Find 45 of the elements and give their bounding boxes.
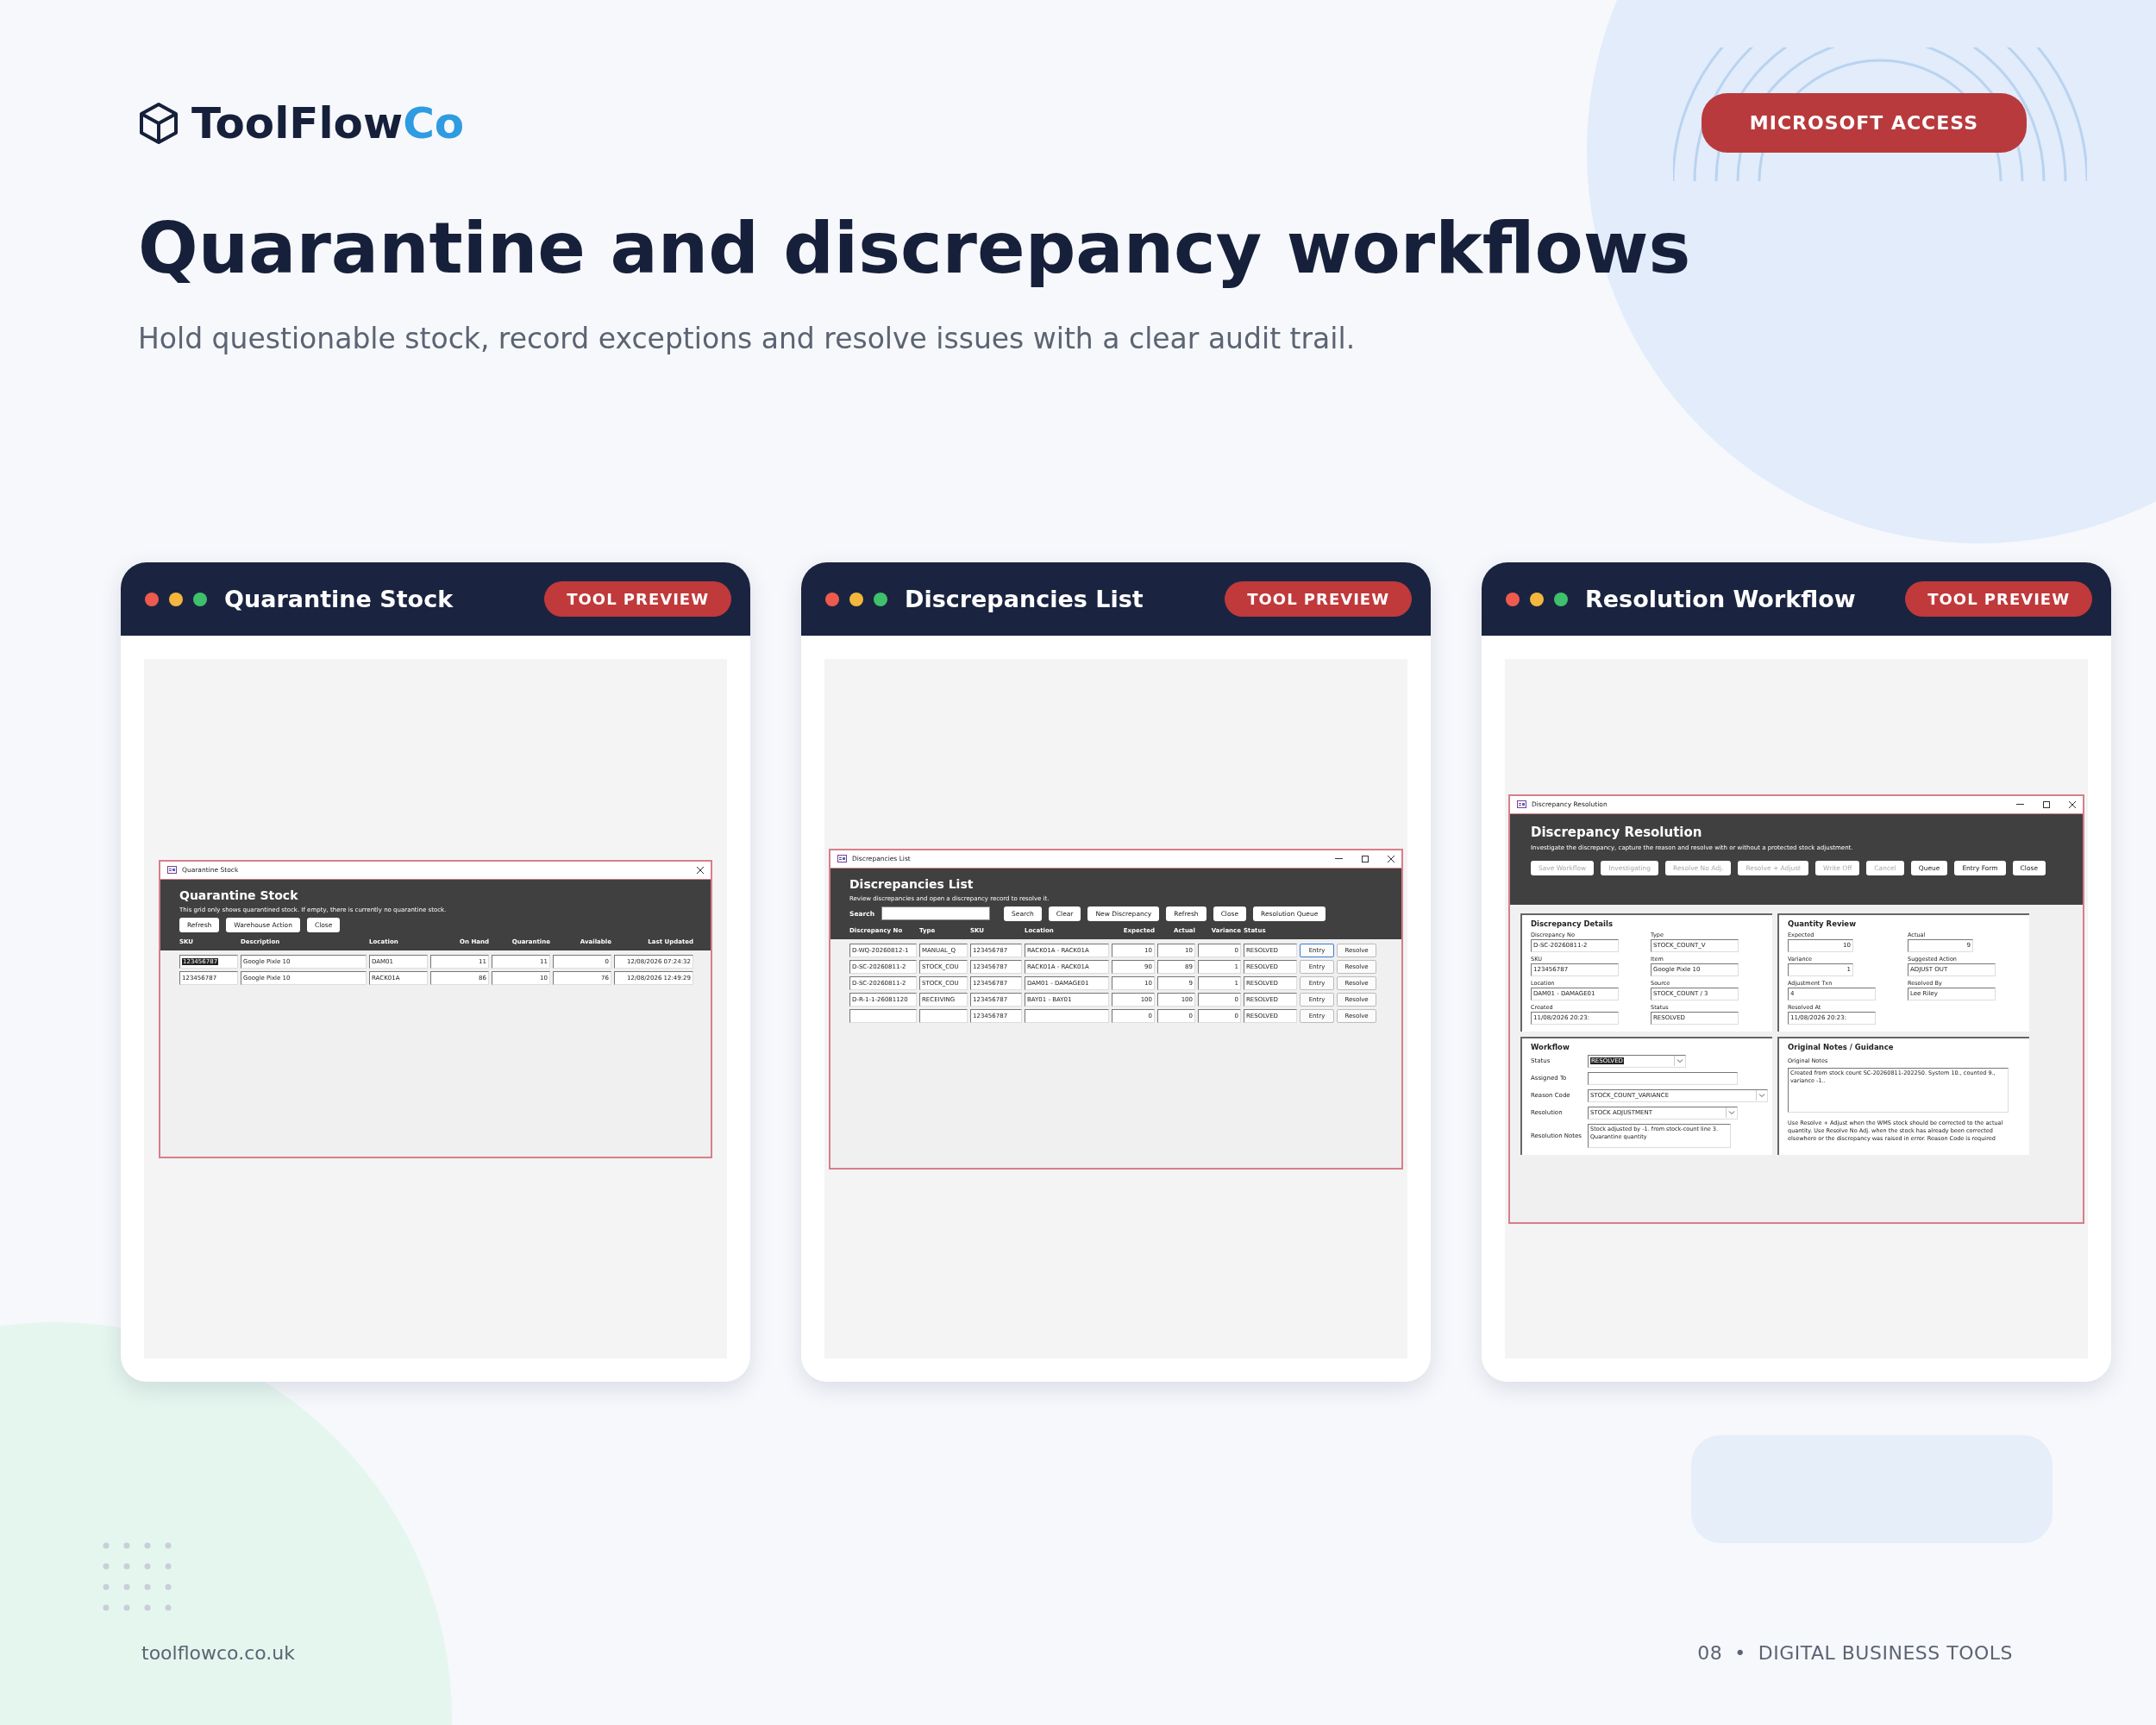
window-dot-icon xyxy=(1530,592,1544,606)
form-icon xyxy=(1517,800,1526,809)
panel-title: Discrepancy Details xyxy=(1531,919,1614,928)
card-title: Discrepancies List xyxy=(905,586,1144,613)
form-heading: Discrepancies List xyxy=(849,876,975,891)
panel-title: Original Notes / Guidance xyxy=(1788,1042,1895,1051)
window-dot-icon xyxy=(1554,592,1568,606)
form-icon xyxy=(167,866,177,875)
window-dot-icon xyxy=(169,592,183,606)
website-link[interactable]: toolflowco.co.uk xyxy=(141,1642,295,1665)
platform-badge: MICROSOFT ACCESS xyxy=(1701,93,2027,153)
brand-logo-text: ToolFlowCo xyxy=(191,97,465,148)
form-heading: Quarantine Stock xyxy=(179,888,299,902)
card-title: Resolution Workflow xyxy=(1585,586,1857,613)
chevron-down-icon xyxy=(1726,1107,1737,1119)
preview-badge: TOOL PREVIEW xyxy=(1225,581,1412,618)
window-dot-icon xyxy=(145,592,159,606)
search-field[interactable] xyxy=(881,906,991,921)
panel-title: Workflow xyxy=(1531,1042,1570,1051)
page-subtitle: Hold questionable stock, record exceptions and resolve issues with a clear audit trail. xyxy=(138,322,1357,356)
empty-cell xyxy=(919,1008,968,1023)
separator-dot: • xyxy=(1734,1642,1746,1665)
cube-logo-icon xyxy=(138,101,179,145)
form-heading: Discrepancy Resolution xyxy=(1531,824,1703,840)
window-dot-icon xyxy=(193,592,207,606)
maximize-icon[interactable] xyxy=(2043,800,2050,808)
preview-badge: TOOL PREVIEW xyxy=(1905,581,2092,618)
form-icon xyxy=(837,855,847,863)
window-dot-icon xyxy=(1506,592,1520,606)
close-icon[interactable] xyxy=(1388,855,1395,862)
maximize-icon[interactable] xyxy=(1362,855,1369,862)
preview-badge: TOOL PREVIEW xyxy=(544,581,731,618)
panel-title: Quantity Review xyxy=(1788,919,1857,928)
page-number: 08 xyxy=(1697,1642,1723,1665)
window-dot-icon xyxy=(849,592,863,606)
card-title: Quarantine Stock xyxy=(224,586,454,613)
close-icon[interactable] xyxy=(697,866,704,874)
chevron-down-icon xyxy=(1756,1090,1767,1101)
section-label: DIGITAL BUSINESS TOOLS xyxy=(1758,1642,2013,1665)
page-title: Quarantine and discrepancy workflows xyxy=(138,206,1692,291)
window-dot-icon xyxy=(874,592,887,606)
chevron-down-icon xyxy=(1674,1056,1685,1067)
close-icon[interactable] xyxy=(2069,800,2076,808)
window-dot-icon xyxy=(825,592,839,606)
text-field[interactable] xyxy=(1588,1071,1738,1085)
